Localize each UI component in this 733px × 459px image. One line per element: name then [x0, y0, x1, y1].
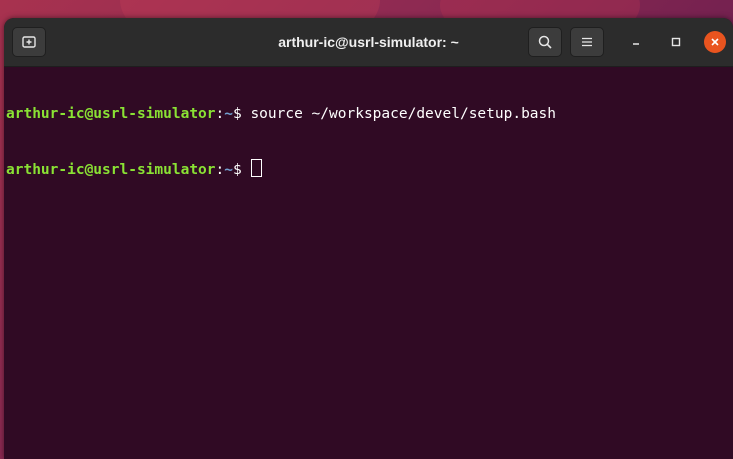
terminal-line: arthur-ic@usrl-simulator:~$ source ~/wor…: [6, 105, 731, 123]
search-button[interactable]: [528, 27, 562, 57]
terminal-window: arthur-ic@usrl-simulator: ~ arthur-ic@us…: [4, 18, 733, 459]
prompt-path: ~: [224, 106, 233, 122]
prompt-user-host: arthur-ic@usrl-simulator: [6, 106, 216, 122]
minimize-icon: [633, 43, 639, 45]
search-icon: [538, 35, 552, 49]
close-button[interactable]: [704, 31, 726, 53]
prompt-user-host: arthur-ic@usrl-simulator: [6, 162, 216, 178]
terminal-output[interactable]: arthur-ic@usrl-simulator:~$ source ~/wor…: [4, 67, 733, 459]
text-cursor: [251, 159, 263, 177]
command-text: source ~/workspace/devel/setup.bash: [250, 106, 556, 122]
prompt-path: ~: [224, 162, 233, 178]
maximize-button[interactable]: [665, 31, 687, 53]
hamburger-menu-icon: [582, 37, 592, 47]
window-title: arthur-ic@usrl-simulator: ~: [278, 34, 459, 50]
minimize-button[interactable]: [625, 31, 647, 53]
terminal-line: arthur-ic@usrl-simulator:~$: [6, 159, 731, 178]
prompt-colon: :: [215, 106, 225, 122]
close-icon: [711, 38, 719, 46]
prompt-colon: :: [215, 162, 225, 178]
new-tab-icon: [22, 36, 36, 48]
menu-button[interactable]: [570, 27, 604, 57]
maximize-icon: [671, 37, 681, 47]
new-tab-button[interactable]: [12, 27, 46, 57]
prompt-symbol: $: [232, 162, 251, 178]
titlebar: arthur-ic@usrl-simulator: ~: [4, 18, 733, 67]
prompt-symbol: $: [232, 106, 251, 122]
